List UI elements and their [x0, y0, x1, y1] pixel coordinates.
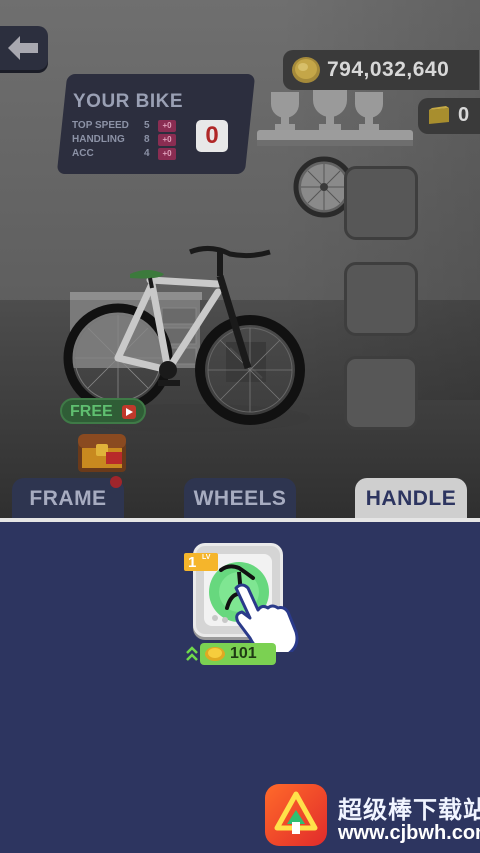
stat-bonus: +0 — [158, 134, 176, 146]
notification-dot — [110, 476, 122, 488]
stat-bonus: +0 — [158, 120, 176, 132]
back-button[interactable] — [0, 26, 48, 70]
tutorial-hand-icon — [234, 583, 299, 652]
watermark-url: www.cjbwh.com — [338, 822, 480, 844]
back-arrow-icon — [8, 36, 38, 60]
upgrade-slot-2[interactable] — [344, 262, 418, 336]
video-ad-icon — [122, 405, 136, 419]
level-suffix: LV — [202, 554, 211, 561]
coin-balance: 794,032,640 — [283, 50, 479, 90]
coin-amount: 794,032,640 — [327, 58, 450, 81]
upgrade-slot-3[interactable] — [344, 356, 418, 430]
upgrade-price: 101 — [230, 645, 257, 662]
stat-label: TOP SPEED — [72, 120, 129, 131]
stat-row-acc: ACC 4 +0 — [72, 148, 182, 162]
stat-label: HANDLING — [72, 134, 125, 145]
tab-handle[interactable]: HANDLE — [355, 478, 467, 520]
upgrade-slot-1[interactable] — [344, 166, 418, 240]
watermark-logo — [265, 784, 327, 846]
coin-icon — [205, 647, 225, 661]
upgrade-chevron-icon — [186, 646, 198, 661]
stat-value: 4 — [144, 148, 150, 159]
level-number: 1 — [188, 554, 197, 571]
gem-amount: 0 — [458, 104, 470, 126]
watermark-name: 超级棒下载站 — [338, 797, 480, 824]
coin-icon — [292, 57, 320, 83]
level-badge: 1 LV — [184, 553, 218, 571]
free-chest-button[interactable]: FREE — [60, 398, 146, 424]
stat-bonus: +0 — [158, 148, 176, 160]
download-logo-icon — [274, 791, 318, 834]
treasure-chest-icon[interactable] — [76, 430, 128, 474]
stats-title: YOUR BIKE — [73, 91, 184, 112]
stat-label: ACC — [72, 148, 94, 159]
upgrade-price-button[interactable]: 101 — [200, 643, 276, 665]
trophy-shelf-decor — [257, 86, 413, 146]
stat-row-top-speed: TOP SPEED 5 +0 — [72, 120, 182, 134]
gold-bar-icon — [429, 106, 449, 124]
tab-frame[interactable]: FRAME — [12, 478, 124, 520]
gem-balance: 0 — [418, 98, 480, 134]
tab-wheels[interactable]: WHEELS — [184, 478, 296, 520]
free-label: FREE — [70, 403, 113, 420]
bike-score: 0 — [196, 120, 228, 152]
stat-value: 8 — [144, 134, 150, 145]
stat-value: 5 — [144, 120, 150, 131]
stat-row-handling: HANDLING 8 +0 — [72, 134, 182, 148]
